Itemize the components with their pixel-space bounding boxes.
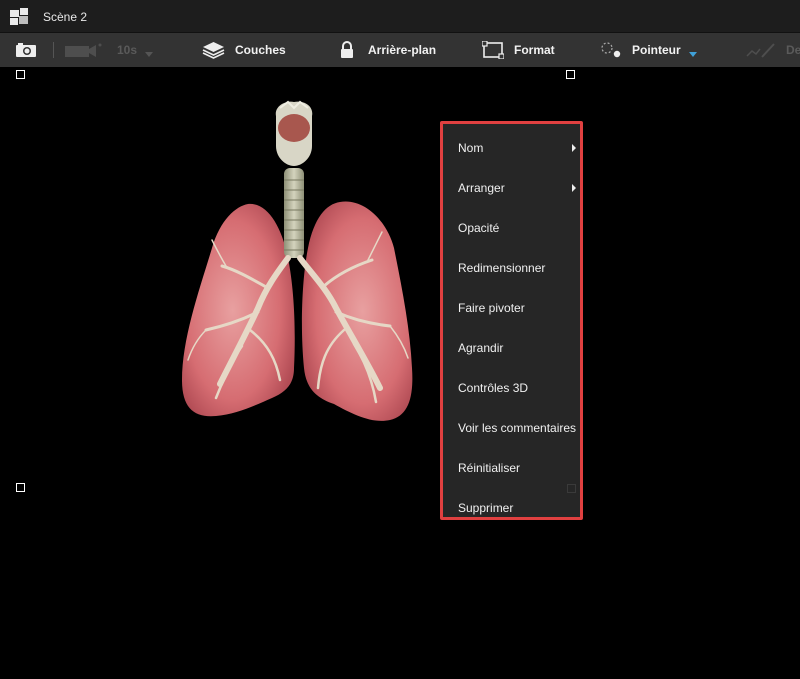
video-camera-icon [65, 43, 102, 57]
menu-item-label: Redimensionner [458, 261, 546, 275]
selection-handle-top-right[interactable] [566, 70, 575, 79]
context-menu: Nom Arranger Opacité Redimensionner Fair… [440, 121, 583, 520]
format-label: Format [514, 43, 555, 57]
menu-item-arranger[interactable]: Arranger [458, 177, 583, 199]
lock-icon [341, 41, 353, 58]
chevron-right-icon [572, 184, 576, 192]
scene-title: Scène 2 [43, 10, 88, 24]
menu-item-redimensionner[interactable]: Redimensionner [458, 257, 583, 279]
title-bar: Scène 2 [0, 0, 800, 33]
chevron-down-icon [145, 51, 154, 57]
duration-select[interactable]: 10s [117, 33, 154, 67]
menu-item-label: Agrandir [458, 341, 504, 355]
draw-label: De [786, 43, 800, 57]
format-button[interactable]: Format [482, 33, 555, 67]
menu-item-label: Opacité [458, 221, 500, 235]
menu-item-agrandir[interactable]: Agrandir [458, 337, 583, 359]
record-video-button[interactable] [64, 33, 102, 67]
menu-item-label: Nom [458, 141, 484, 155]
draw-button[interactable]: De [746, 33, 800, 67]
toolbar: 10s Couches Arrière-plan Format Pointeur [0, 33, 800, 67]
background-label: Arrière-plan [368, 43, 437, 57]
chevron-down-icon [688, 51, 697, 57]
menu-item-label: Faire pivoter [458, 301, 525, 315]
menu-item-reinitialiser[interactable]: Réinitialiser [458, 457, 583, 479]
frame-icon [482, 41, 504, 59]
menu-item-supprimer[interactable]: Supprimer [458, 497, 583, 519]
background-button[interactable]: Arrière-plan [340, 33, 436, 67]
menu-item-voir-commentaires[interactable]: Voir les commentaires [458, 417, 583, 439]
selection-handle-bottom-left[interactable] [16, 483, 25, 492]
pointer-select[interactable]: Pointeur [600, 33, 697, 67]
menu-item-nom[interactable]: Nom [458, 137, 583, 159]
menu-item-label: Arranger [458, 181, 505, 195]
pointer-label: Pointeur [632, 43, 681, 57]
menu-item-opacite[interactable]: Opacité [458, 217, 583, 239]
layers-icon [202, 42, 225, 59]
menu-item-label: Contrôles 3D [458, 381, 529, 395]
pointer-icon [601, 42, 621, 58]
layers-label: Couches [235, 43, 286, 57]
layers-button[interactable]: Couches [202, 33, 286, 67]
menu-item-controles-3d[interactable]: Contrôles 3D [458, 377, 583, 399]
selection-handle-top-left[interactable] [16, 70, 25, 79]
chevron-right-icon [572, 144, 576, 152]
menu-item-label: Voir les commentaires [458, 421, 577, 435]
app-logo-icon[interactable] [8, 6, 30, 28]
pen-icon [746, 43, 775, 58]
menu-item-label: Réinitialiser [458, 461, 521, 475]
lungs-3d-model[interactable] [176, 98, 416, 428]
duration-value: 10s [117, 43, 138, 57]
screenshot-button[interactable] [15, 33, 37, 67]
camera-icon [16, 43, 36, 57]
menu-item-label: Supprimer [458, 501, 514, 515]
selection-handle-bottom-right[interactable] [567, 484, 576, 493]
toolbar-separator [53, 42, 54, 58]
menu-item-faire-pivoter[interactable]: Faire pivoter [458, 297, 583, 319]
